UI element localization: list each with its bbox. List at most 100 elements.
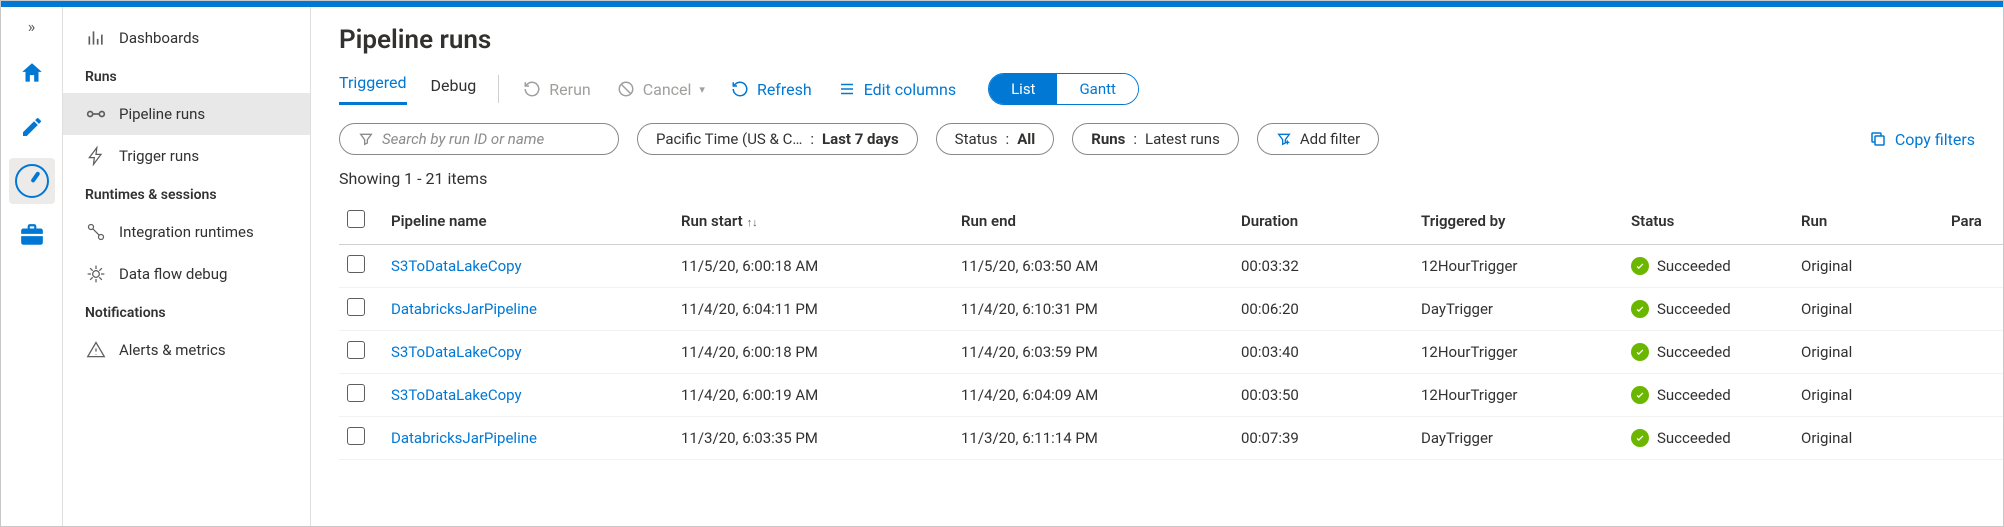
integration-runtimes-icon [85, 221, 107, 243]
runs-filter[interactable]: Runs : Latest runs [1072, 123, 1239, 155]
sidenav-integration-runtimes[interactable]: Integration runtimes [63, 211, 310, 253]
filter-bar: Search by run ID or name Pacific Time (U… [339, 123, 1975, 155]
runs-table: Pipeline name Run start↑↓ Run end Durati… [339, 198, 2003, 460]
status-cell: Succeeded [1623, 245, 1793, 288]
result-count: Showing 1 - 21 items [339, 169, 1975, 188]
refresh-label: Refresh [757, 80, 812, 99]
runs-filter-value: Latest runs [1145, 130, 1220, 148]
run-type-cell: Original [1793, 331, 1943, 374]
col-duration[interactable]: Duration [1233, 198, 1413, 245]
col-run-start-label: Run start [681, 212, 743, 230]
run-start-cell: 11/3/20, 6:03:35 PM [673, 417, 953, 460]
duration-cell: 00:06:20 [1233, 288, 1413, 331]
sidenav-trigger-runs[interactable]: Trigger runs [63, 135, 310, 177]
col-triggered-by[interactable]: Triggered by [1413, 198, 1623, 245]
cancel-button[interactable]: Cancel ▾ [615, 76, 707, 103]
table-row[interactable]: DatabricksJarPipeline 11/4/20, 6:04:11 PM… [339, 288, 2003, 331]
pipeline-name-link[interactable]: S3ToDataLakeCopy [391, 343, 522, 361]
expand-rail-button[interactable]: » [28, 11, 36, 46]
sidenav-dashboards[interactable]: Dashboards [63, 17, 310, 59]
pipeline-name-link[interactable]: DatabricksJarPipeline [391, 300, 537, 318]
rail-author[interactable] [9, 104, 55, 150]
triggered-by-cell: 12HourTrigger [1413, 245, 1623, 288]
pipeline-name-link[interactable]: S3ToDataLakeCopy [391, 386, 522, 404]
runs-filter-label: Runs [1091, 130, 1125, 148]
status-filter[interactable]: Status : All [936, 123, 1055, 155]
view-list-option[interactable]: List [989, 74, 1057, 104]
checkbox-icon [347, 255, 365, 273]
col-run[interactable]: Run [1793, 198, 1943, 245]
main-content: Pipeline runs Triggered Debug Rerun Canc… [311, 1, 2003, 526]
row-checkbox[interactable] [339, 417, 383, 460]
search-input[interactable]: Search by run ID or name [339, 123, 619, 155]
success-icon [1631, 386, 1649, 404]
sidenav-group-runs: Runs [63, 59, 310, 93]
chevron-down-icon: ▾ [699, 83, 705, 96]
parameters-cell [1943, 245, 2003, 288]
alerts-icon [85, 339, 107, 361]
table-row[interactable]: S3ToDataLakeCopy11/5/20, 6:00:18 AM11/5/… [339, 245, 2003, 288]
table-row[interactable]: S3ToDataLakeCopy 11/4/20, 6:00:18 PM11/4/… [339, 331, 2003, 374]
checkbox-icon [347, 384, 365, 402]
filter-icon [358, 131, 374, 147]
gauge-icon [15, 164, 49, 198]
view-gantt-option[interactable]: Gantt [1057, 74, 1137, 104]
col-status[interactable]: Status [1623, 198, 1793, 245]
table-header-row: Pipeline name Run start↑↓ Run end Durati… [339, 198, 2003, 245]
checkbox-icon [347, 298, 365, 316]
table-row[interactable]: DatabricksJarPipeline 11/3/20, 6:03:35 PM… [339, 417, 2003, 460]
toolbar: Triggered Debug Rerun Cancel ▾ Refresh E… [339, 73, 1975, 105]
sidenav-pipeline-runs[interactable]: Pipeline runs [63, 93, 310, 135]
select-all-header[interactable] [339, 198, 383, 245]
edit-columns-label: Edit columns [864, 80, 956, 99]
icon-rail: » [1, 1, 63, 526]
row-checkbox[interactable] [339, 374, 383, 417]
run-start-cell: 11/4/20, 6:00:18 PM [673, 331, 953, 374]
run-end-cell: 11/4/20, 6:04:09 AM [953, 374, 1233, 417]
copy-filters-button[interactable]: Copy filters [1869, 130, 1975, 149]
col-run-start[interactable]: Run start↑↓ [673, 198, 953, 245]
run-type-cell: Original [1793, 245, 1943, 288]
duration-cell: 00:03:32 [1233, 245, 1413, 288]
home-icon [19, 60, 45, 86]
rail-monitor[interactable] [9, 158, 55, 204]
table-row[interactable]: S3ToDataLakeCopy11/4/20, 6:00:19 AM11/4/… [339, 374, 2003, 417]
copy-icon [1869, 130, 1887, 148]
copy-filters-label: Copy filters [1895, 130, 1975, 149]
sidenav-alerts-metrics[interactable]: Alerts & metrics [63, 329, 310, 371]
add-filter-label: Add filter [1300, 130, 1360, 148]
rail-manage[interactable] [9, 212, 55, 258]
tab-debug[interactable]: Debug [431, 76, 477, 105]
sidenav-label: Trigger runs [119, 147, 199, 165]
duration-cell: 00:03:50 [1233, 374, 1413, 417]
pipeline-name-link[interactable]: DatabricksJarPipeline [391, 429, 537, 447]
parameters-cell [1943, 417, 2003, 460]
pipeline-name-link[interactable]: S3ToDataLakeCopy [391, 257, 522, 275]
run-end-cell: 11/4/20, 6:03:59 PM [953, 331, 1233, 374]
row-checkbox[interactable] [339, 245, 383, 288]
pipeline-runs-icon [85, 103, 107, 125]
sidenav-data-flow-debug[interactable]: Data flow debug [63, 253, 310, 295]
edit-columns-button[interactable]: Edit columns [836, 76, 958, 103]
add-filter-icon [1276, 131, 1292, 147]
status-filter-value: All [1017, 130, 1035, 148]
row-checkbox[interactable] [339, 288, 383, 331]
col-parameters[interactable]: Para [1943, 198, 2003, 245]
rerun-button[interactable]: Rerun [521, 76, 592, 103]
checkbox-icon [347, 341, 365, 359]
parameters-cell [1943, 374, 2003, 417]
row-checkbox[interactable] [339, 331, 383, 374]
rail-home[interactable] [9, 50, 55, 96]
run-start-cell: 11/4/20, 6:04:11 PM [673, 288, 953, 331]
tab-triggered[interactable]: Triggered [339, 73, 407, 105]
add-filter-button[interactable]: Add filter [1257, 123, 1379, 155]
run-type-cell: Original [1793, 288, 1943, 331]
trigger-runs-icon [85, 145, 107, 167]
refresh-button[interactable]: Refresh [729, 76, 814, 103]
refresh-icon [731, 80, 749, 98]
timerange-filter[interactable]: Pacific Time (US & C… : Last 7 days [637, 123, 918, 155]
sidenav-label: Data flow debug [119, 265, 227, 283]
col-pipeline-name[interactable]: Pipeline name [383, 198, 673, 245]
triggered-by-cell: 12HourTrigger [1413, 331, 1623, 374]
col-run-end[interactable]: Run end [953, 198, 1233, 245]
